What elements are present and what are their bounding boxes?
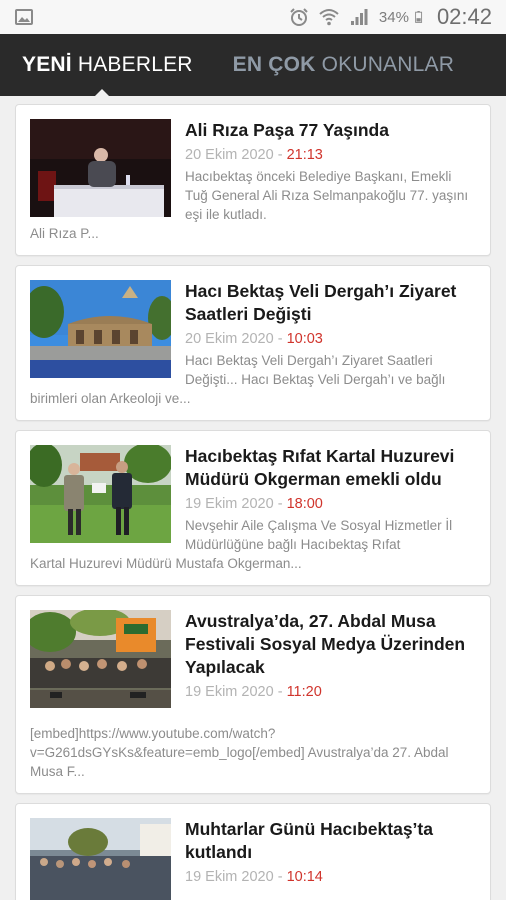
news-title: Hacı Bektaş Veli Dergah’ı Ziyaret Saatle… — [185, 281, 457, 324]
tab-most-read[interactable]: EN ÇOK OKUNANLAR — [193, 53, 454, 77]
news-summary-continued: Ali Rıza P... — [30, 226, 99, 241]
tab-bar: YENİ HABERLER EN ÇOK OKUNANLAR — [0, 34, 506, 97]
news-time: 21:13 — [286, 147, 323, 163]
news-time: 11:20 — [286, 684, 322, 700]
alarm-icon — [290, 8, 308, 26]
status-bar: 34% 02:42 — [0, 0, 506, 34]
news-thumbnail — [30, 280, 171, 378]
tab-most-read-rest: OKUNANLAR — [315, 53, 455, 76]
tab-new-news-rest: HABERLER — [71, 53, 193, 76]
news-card[interactable]: Hacı Bektaş Veli Dergah’ı Ziyaret Saatle… — [15, 265, 491, 421]
news-date: 19 Ekim 2020 - 11:20 — [185, 682, 476, 702]
news-summary-continued: Kartal Huzurevi Müdürü Mustafa Okgerman.… — [30, 556, 302, 571]
news-card[interactable]: Hacıbektaş Rıfat Kartal Huzurevi Müdürü … — [15, 430, 491, 586]
news-summary-continued: [embed]https://www.youtube.com/watch?v=G… — [30, 726, 449, 779]
battery-icon — [415, 11, 422, 23]
news-card[interactable]: Muhtarlar Günü Hacıbektaş’ta kutlandı 19… — [15, 803, 491, 900]
news-summary: Nevşehir Aile Çalışma Ve Sosyal Hizmetle… — [185, 518, 453, 552]
news-thumbnail — [30, 119, 171, 217]
news-card[interactable]: Avustralya’da, 27. Abdal Musa Festivali … — [15, 595, 491, 794]
news-date: 20 Ekim 2020 - 21:13 — [185, 145, 476, 165]
news-date-text: 19 Ekim 2020 - — [185, 496, 287, 512]
news-time: 18:00 — [286, 496, 323, 512]
wifi-icon — [319, 9, 339, 26]
signal-icon — [350, 9, 368, 25]
active-tab-indicator — [94, 89, 110, 97]
clock: 02:42 — [436, 4, 492, 29]
news-title: Ali Rıza Paşa 77 Yaşında — [185, 120, 389, 140]
news-title: Muhtarlar Günü Hacıbektaş’ta kutlandı — [185, 819, 433, 862]
news-date: 19 Ekim 2020 - 18:00 — [185, 494, 476, 514]
tab-most-read-bold: EN ÇOK — [232, 53, 316, 76]
news-title: Hacıbektaş Rıfat Kartal Huzurevi Müdürü … — [185, 446, 455, 489]
news-date: 20 Ekim 2020 - 10:03 — [185, 329, 476, 349]
news-date-text: 20 Ekim 2020 - — [185, 147, 287, 163]
news-date-text: 19 Ekim 2020 - — [185, 869, 287, 885]
battery-percent: 34% — [378, 8, 409, 26]
news-date-text: 20 Ekim 2020 - — [185, 331, 287, 347]
news-summary: Hacıbektaş önceki Belediye Başkanı, Emek… — [185, 169, 469, 222]
gallery-icon — [15, 9, 33, 25]
news-time: 10:14 — [286, 869, 323, 885]
news-summary-continued: birimleri olan Arkeoloji ve... — [30, 391, 191, 406]
news-thumbnail — [30, 445, 171, 543]
tab-new-news-bold: YENİ — [22, 53, 72, 76]
news-title: Avustralya’da, 27. Abdal Musa Festivali … — [185, 611, 466, 677]
news-thumbnail — [30, 818, 171, 900]
news-thumbnail — [30, 610, 171, 708]
news-date: 19 Ekim 2020 - 10:14 — [185, 867, 476, 887]
news-time: 10:03 — [286, 331, 323, 347]
news-list: Ali Rıza Paşa 77 Yaşında 20 Ekim 2020 - … — [0, 96, 506, 900]
news-summary: Hacı Bektaş Veli Dergah’ı Ziyaret Saatle… — [185, 353, 446, 387]
news-card[interactable]: Ali Rıza Paşa 77 Yaşında 20 Ekim 2020 - … — [15, 104, 491, 256]
tab-new-news[interactable]: YENİ HABERLER — [0, 53, 193, 77]
news-date-text: 19 Ekim 2020 - — [185, 684, 287, 700]
